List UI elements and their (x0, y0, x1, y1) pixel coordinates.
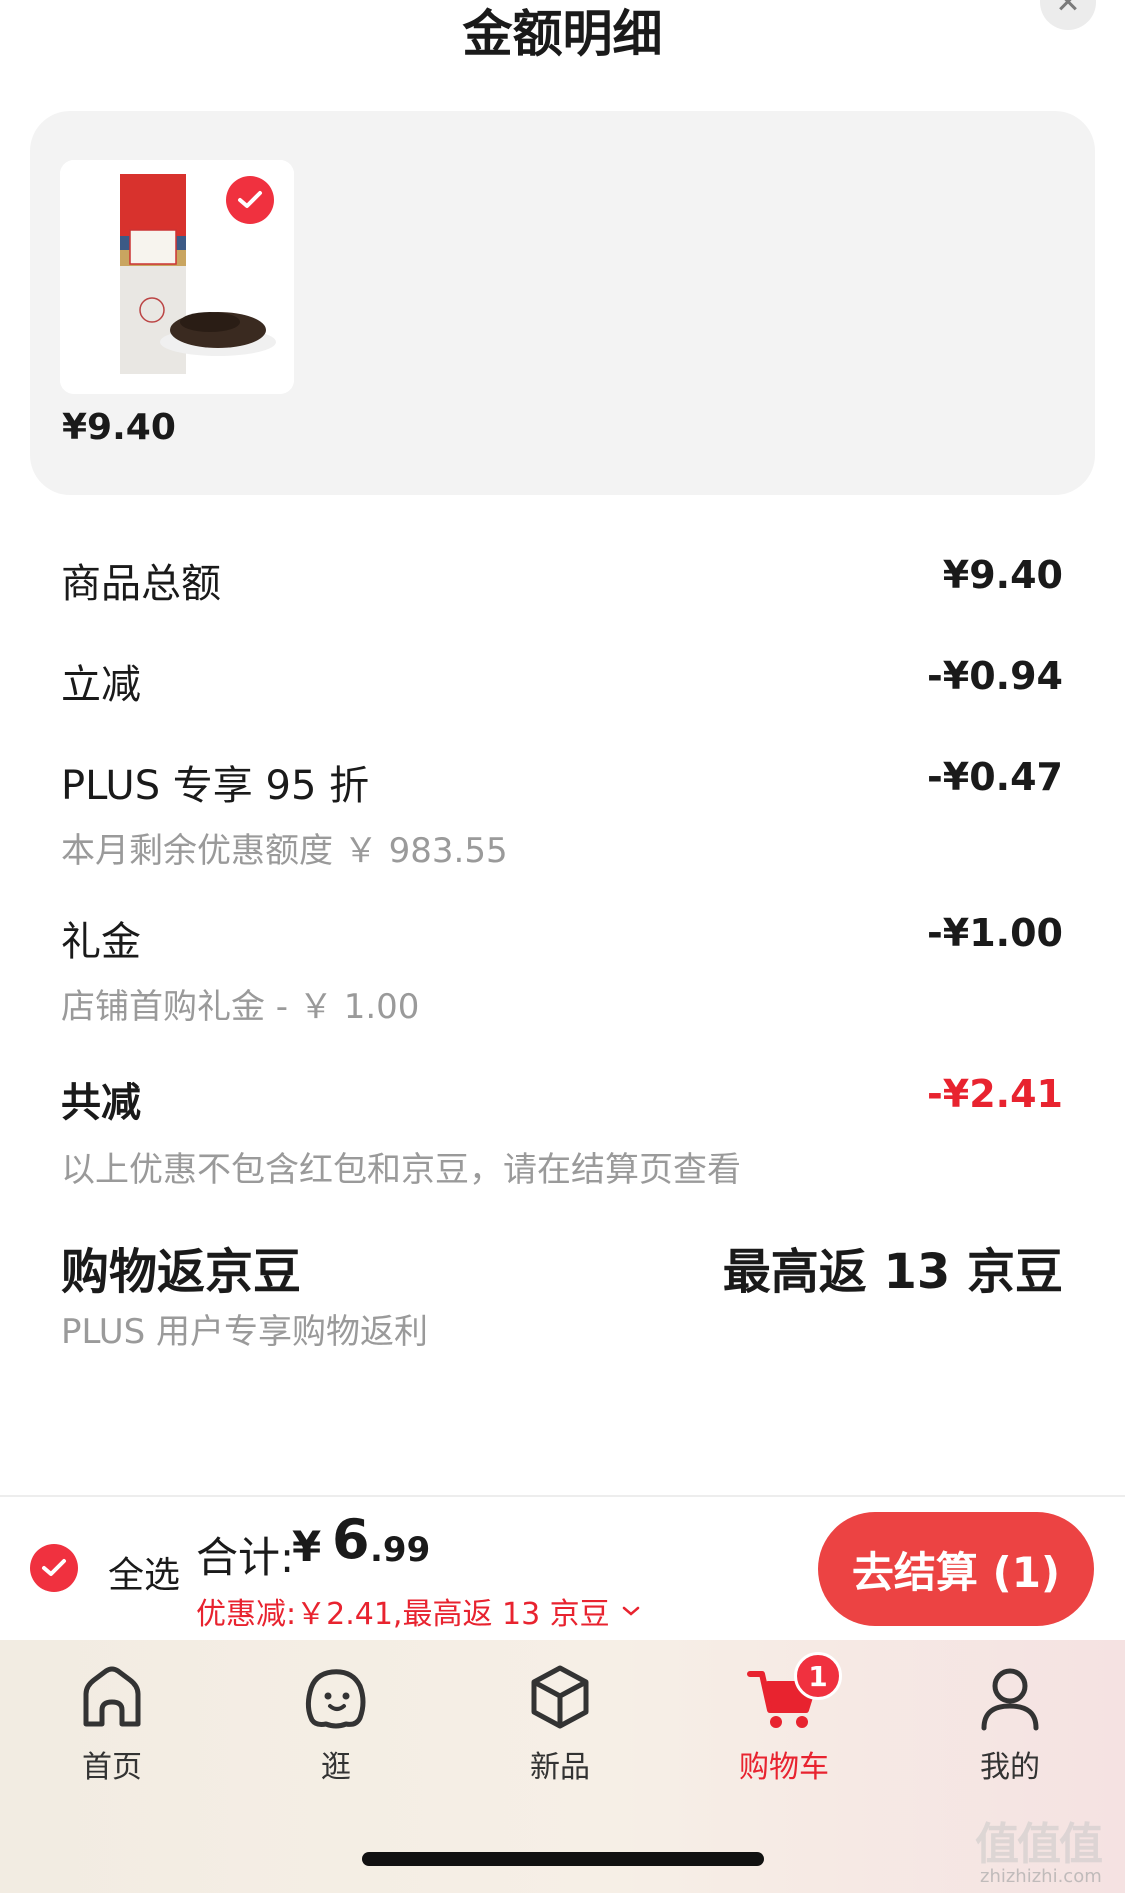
item-checkbox[interactable] (226, 176, 274, 224)
home-icon (83, 1666, 141, 1727)
tab-stroll[interactable]: 逛 (276, 1658, 396, 1786)
total-label: 合计: (196, 1533, 295, 1582)
goods-total-value: ¥9.40 (942, 553, 1063, 597)
goods-card: ¥9.40 (30, 111, 1095, 495)
item-price: ¥9.40 (62, 407, 176, 448)
plus-remaining-quota: 本月剩余优惠额度 ￥ 983.55 (61, 831, 508, 871)
watermark-url: zhizhizhi.com (980, 1866, 1102, 1887)
gift-value: -¥1.00 (927, 911, 1063, 955)
total-decimal: .99 (370, 1530, 431, 1570)
stroll-face-icon (305, 1669, 366, 1729)
person-icon (981, 1668, 1039, 1731)
tab-stroll-label: 逛 (321, 1750, 351, 1785)
total-cut-note: 以上优惠不包含红包和京豆，请在结算页查看 (61, 1150, 741, 1190)
chevron-down-icon (622, 1606, 639, 1616)
tab-mine[interactable]: 我的 (950, 1658, 1070, 1786)
tab-home-label: 首页 (82, 1750, 142, 1785)
checkmark-icon (238, 191, 262, 208)
total-cut-value: -¥2.41 (927, 1072, 1063, 1116)
tab-cart-label: 购物车 (739, 1750, 829, 1785)
total-currency: ¥ (292, 1522, 322, 1571)
cart-badge: 1 (794, 1652, 842, 1700)
plus-discount-label: PLUS 专享 95 折 (61, 763, 370, 809)
tab-cart[interactable]: 1 购物车 (724, 1652, 844, 1786)
beans-note: PLUS 用户专享购物返利 (61, 1312, 429, 1352)
select-all-checkbox[interactable] (30, 1544, 78, 1592)
saving-summary[interactable]: 优惠减:￥2.41,最高返 13 京豆 (196, 1589, 640, 1633)
checkmark-icon (42, 1559, 66, 1576)
footer-divider (0, 1495, 1125, 1497)
watermark-logo: 值值值 (975, 1819, 1103, 1870)
home-indicator (362, 1852, 764, 1866)
tab-new[interactable]: 新品 (500, 1658, 620, 1786)
beans-label: 购物返京豆 (61, 1244, 302, 1300)
gift-detail: 店铺首购礼金 - ￥ 1.00 (61, 987, 420, 1027)
goods-total-label: 商品总额 (61, 561, 221, 607)
total-cut-label: 共减 (61, 1080, 141, 1126)
page-title: 金额明细 (462, 5, 663, 63)
instant-cut-label: 立减 (61, 662, 141, 708)
checkout-button[interactable]: 去结算 (1) (818, 1512, 1094, 1626)
cube-icon (531, 1665, 589, 1729)
tab-home[interactable]: 首页 (52, 1658, 172, 1786)
total-integer: 6 (332, 1508, 370, 1571)
plus-discount-value: -¥0.47 (927, 755, 1063, 799)
gift-label: 礼金 (61, 919, 141, 965)
instant-cut-value: -¥0.94 (927, 654, 1063, 698)
tab-new-label: 新品 (530, 1750, 590, 1785)
select-all-label[interactable]: 全选 (108, 1546, 180, 1598)
beans-value: 最高返 13 京豆 (722, 1244, 1063, 1300)
tab-mine-label: 我的 (980, 1750, 1040, 1785)
saving-text: 优惠减:￥2.41,最高返 13 京豆 (196, 1597, 610, 1632)
